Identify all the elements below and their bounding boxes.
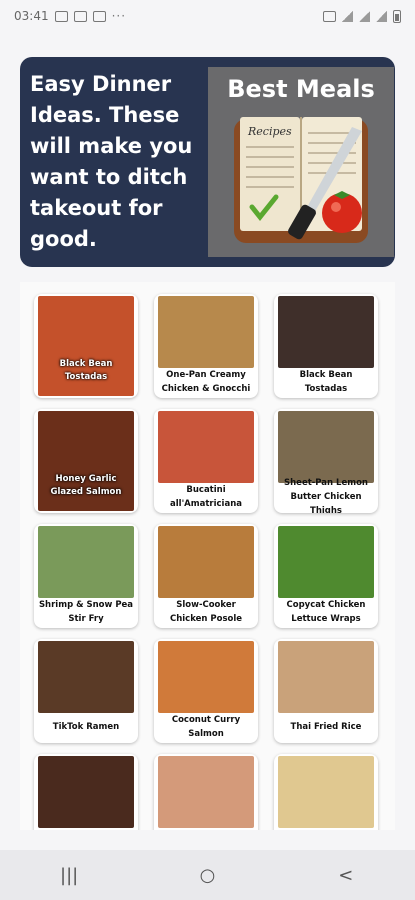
signal-icon-2 — [376, 10, 387, 22]
recipe-image — [278, 411, 374, 483]
signal-icon — [359, 10, 370, 22]
notification-icon — [73, 10, 87, 22]
recipe-image — [158, 641, 254, 713]
recipe-title: Honey Garlic Glazed Salmon — [50, 474, 122, 497]
recipe-title: Thai Fried Rice — [290, 722, 362, 732]
recipe-image — [158, 526, 254, 598]
recipe-image — [38, 756, 134, 828]
recipe-image — [278, 756, 374, 828]
recipe-card[interactable]: Shrimp & Snow Pea Stir Fry — [34, 524, 138, 628]
recipe-image — [158, 411, 254, 483]
wifi-icon — [342, 10, 353, 22]
status-time: 03:41 — [14, 9, 49, 23]
status-right — [323, 9, 401, 23]
home-button[interactable]: ○ — [187, 860, 227, 890]
recipe-card[interactable]: Copycat Chicken Lettuce Wraps — [274, 524, 378, 628]
recents-button[interactable]: ||| — [49, 860, 89, 890]
banner-image-title: Best Meals — [227, 75, 375, 103]
recipe-card[interactable]: One-Pan Creamy Chicken & Gnocchi — [154, 294, 258, 398]
recipe-title: Black Bean Tostadas — [59, 359, 113, 382]
recipe-book-icon: Recipes — [234, 117, 368, 243]
recipe-grid[interactable]: Black Bean Tostadas One-Pan Creamy Chicke… — [20, 282, 395, 830]
gallery-icon — [54, 10, 68, 22]
recipe-card[interactable]: Black Bean Tostadas — [274, 294, 378, 398]
recipe-title: Shrimp Scampi — [158, 828, 254, 830]
recipe-image — [158, 756, 254, 828]
banner-image: Best Meals Recipes — [208, 67, 394, 257]
recipe-title: TikTok Ramen — [52, 722, 120, 732]
recipe-card[interactable]: Black Bean Tostadas — [34, 294, 138, 398]
recipe-card[interactable]: Thai Fried Rice — [274, 639, 378, 743]
recipe-card[interactable]: Kung Pao Chicken — [34, 754, 138, 830]
banner-headline: Easy Dinner Ideas. These will make you w… — [30, 72, 193, 251]
recipe-title: One-Pan Creamy Chicken & Gnocchi — [161, 370, 251, 394]
recipe-image — [38, 641, 134, 713]
system-nav-bar: ||| ○ < — [0, 850, 415, 900]
more-notifications-icon: ··· — [111, 9, 127, 23]
recipe-card[interactable]: Slow-Cooker Chicken Posole — [154, 524, 258, 628]
recipe-card[interactable]: Garlicky Roasted — [274, 754, 378, 830]
recipe-title: Black Bean Tostadas — [299, 370, 353, 394]
recipe-card[interactable]: TikTok Ramen — [34, 639, 138, 743]
app-icon — [92, 10, 106, 22]
recipe-title: Garlicky Roasted — [278, 828, 374, 830]
recipe-title: Bucatini all'Amatriciana — [170, 485, 242, 509]
alarm-icon — [323, 10, 336, 22]
recipe-image — [278, 296, 374, 368]
recipe-image — [278, 641, 374, 713]
book-label: Recipes — [247, 125, 292, 138]
status-left: 03:41 ··· — [14, 9, 126, 23]
recipe-title: Copycat Chicken Lettuce Wraps — [286, 600, 366, 624]
back-button[interactable]: < — [326, 860, 366, 890]
recipe-title: Coconut Curry Salmon — [171, 715, 241, 739]
recipe-card[interactable]: Bucatini all'Amatriciana — [154, 409, 258, 513]
recipe-image — [158, 296, 254, 368]
banner[interactable]: Easy Dinner Ideas. These will make you w… — [20, 57, 395, 267]
status-bar: 03:41 ··· — [0, 0, 415, 32]
recipe-image — [278, 526, 374, 598]
recipe-card[interactable]: Honey Garlic Glazed Salmon — [34, 409, 138, 513]
recipe-title: Kung Pao Chicken — [38, 828, 134, 830]
recipe-card[interactable]: Coconut Curry Salmon — [154, 639, 258, 743]
recipe-card[interactable]: Sheet-Pan Lemon Butter Chicken Thighs — [274, 409, 378, 513]
recipe-card[interactable]: Shrimp Scampi — [154, 754, 258, 830]
recipe-title: Slow-Cooker Chicken Posole — [169, 600, 243, 624]
recipe-title: Shrimp & Snow Pea Stir Fry — [38, 600, 134, 624]
battery-icon — [393, 9, 401, 23]
recipe-image — [38, 526, 134, 598]
recipe-title: Sheet-Pan Lemon Butter Chicken Thighs — [284, 478, 368, 513]
